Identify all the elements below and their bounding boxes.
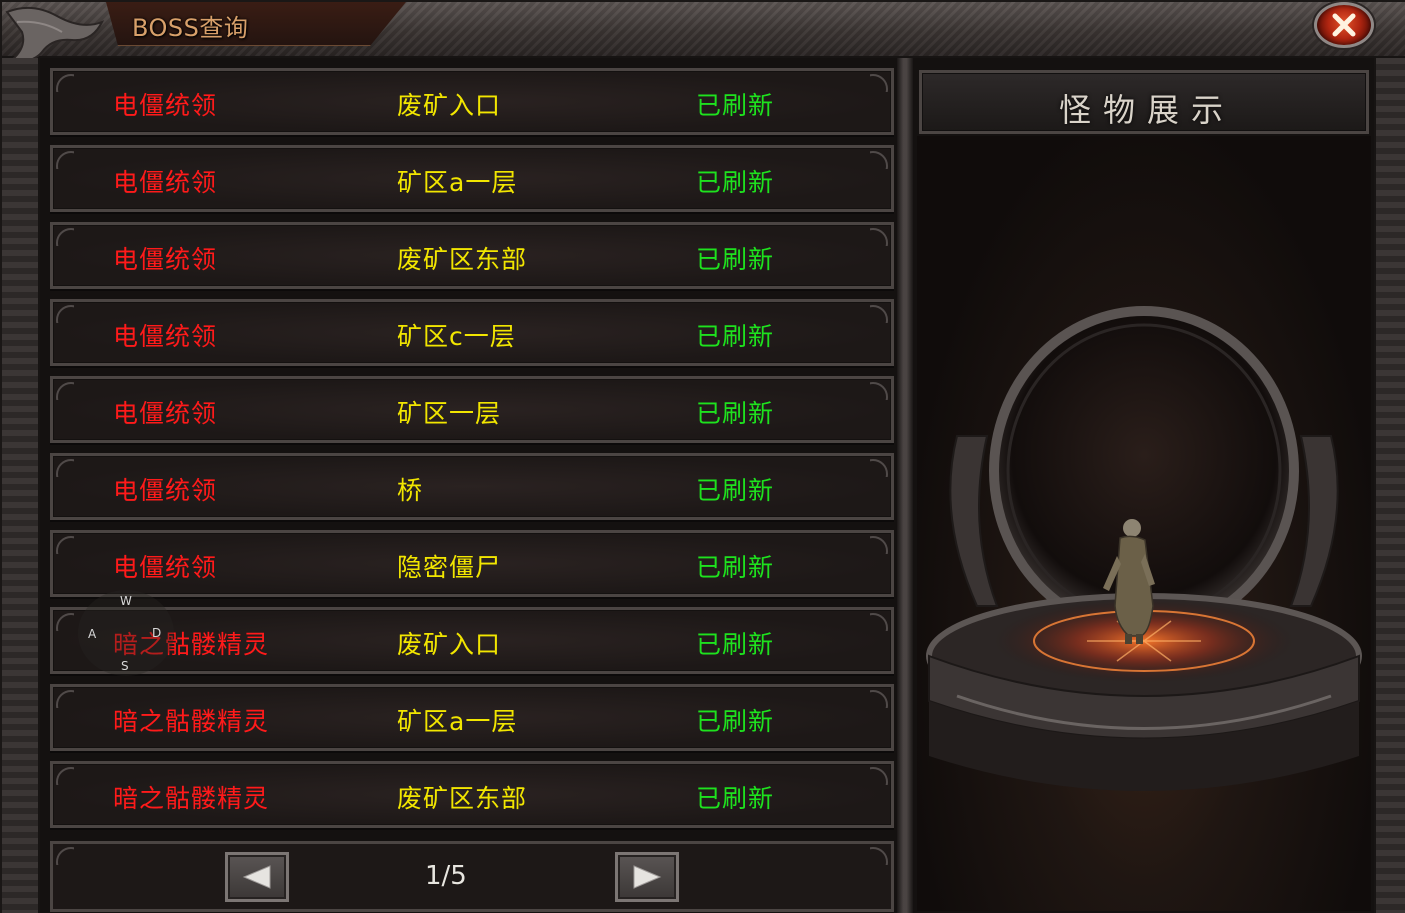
joystick-key-left[interactable]: A (88, 627, 96, 641)
boss-row[interactable]: 电僵统领 矿区c一层 已刷新 (50, 299, 894, 366)
boss-status: 已刷新 (696, 630, 775, 659)
boss-row[interactable]: 暗之骷髅精灵 废矿区东部 已刷新 (50, 761, 894, 828)
boss-status: 已刷新 (696, 168, 775, 197)
boss-map: 废矿入口 (397, 630, 502, 659)
title-bar[interactable]: BOSS查询 (2, 2, 1405, 62)
boss-status: 已刷新 (696, 476, 775, 505)
boss-row[interactable]: 电僵统领 废矿区东部 已刷新 (50, 222, 894, 289)
boss-query-window: BOSS查询 电僵统领 废矿入口 已刷新 电僵统领 矿区a一层 已刷新 电僵统领… (0, 0, 1405, 913)
boss-map: 废矿区东部 (397, 245, 528, 274)
boss-map: 矿区c一层 (397, 322, 516, 351)
boss-name: 电僵统领 (113, 168, 218, 197)
boss-name: 电僵统领 (113, 91, 218, 120)
boss-status: 已刷新 (696, 553, 775, 582)
boss-map: 废矿区东部 (397, 784, 528, 813)
virtual-joystick[interactable]: W A D S (78, 590, 174, 676)
arrow-left-icon (242, 865, 271, 889)
boss-name: 电僵统领 (113, 476, 218, 505)
boss-map: 隐密僵尸 (397, 553, 502, 582)
boss-row[interactable]: 暗之骷髅精灵 废矿入口 已刷新 (50, 607, 894, 674)
panel-divider (897, 58, 913, 913)
close-button[interactable] (1314, 2, 1374, 48)
joystick-key-down[interactable]: S (121, 659, 129, 673)
boss-status: 已刷新 (696, 707, 775, 736)
monster-stage (917, 136, 1371, 911)
preview-title: 怪物展示 (1058, 91, 1235, 129)
prev-page-button[interactable] (225, 852, 289, 902)
arrow-right-icon (633, 865, 662, 889)
boss-name: 暗之骷髅精灵 (113, 707, 270, 736)
preview-header: 怪物展示 (919, 70, 1369, 134)
boss-row[interactable]: 暗之骷髅精灵 矿区a一层 已刷新 (50, 684, 894, 751)
boss-status: 已刷新 (696, 399, 775, 428)
summoning-platform-illustration (926, 306, 1362, 791)
next-page-button[interactable] (615, 852, 679, 902)
boss-row[interactable]: 电僵统领 桥 已刷新 (50, 453, 894, 520)
boss-status: 已刷新 (696, 245, 775, 274)
boss-row[interactable]: 电僵统领 废矿入口 已刷新 (50, 68, 894, 135)
window-title: BOSS查询 (132, 14, 249, 42)
boss-name: 电僵统领 (113, 399, 218, 428)
boss-map: 废矿入口 (397, 91, 502, 120)
pager: 1/5 (50, 841, 894, 912)
joystick-key-up[interactable]: W (120, 594, 132, 608)
frame-right (1374, 58, 1405, 913)
joystick-key-right[interactable]: D (152, 626, 161, 640)
boss-name: 暗之骷髅精灵 (113, 784, 270, 813)
boss-row[interactable]: 电僵统领 矿区一层 已刷新 (50, 376, 894, 443)
close-icon (1332, 13, 1356, 37)
boss-row[interactable]: 电僵统领 隐密僵尸 已刷新 (50, 530, 894, 597)
page-indicator: 1/5 (425, 861, 467, 891)
boss-map: 桥 (397, 476, 424, 505)
boss-map: 矿区a一层 (397, 707, 518, 736)
boss-status: 已刷新 (696, 91, 775, 120)
boss-map: 矿区一层 (397, 399, 502, 428)
boss-map: 矿区a一层 (397, 168, 518, 197)
boss-row[interactable]: 电僵统领 矿区a一层 已刷新 (50, 145, 894, 212)
frame-left (2, 58, 40, 913)
monster-preview-panel: 怪物展示 (913, 58, 1374, 913)
boss-status: 已刷新 (696, 784, 775, 813)
boss-status: 已刷新 (696, 322, 775, 351)
boss-list: 电僵统领 废矿入口 已刷新 电僵统领 矿区a一层 已刷新 电僵统领 废矿区东部 … (40, 58, 897, 913)
boss-name: 电僵统领 (113, 322, 218, 351)
boss-name: 电僵统领 (113, 245, 218, 274)
boss-name: 电僵统领 (113, 553, 218, 582)
